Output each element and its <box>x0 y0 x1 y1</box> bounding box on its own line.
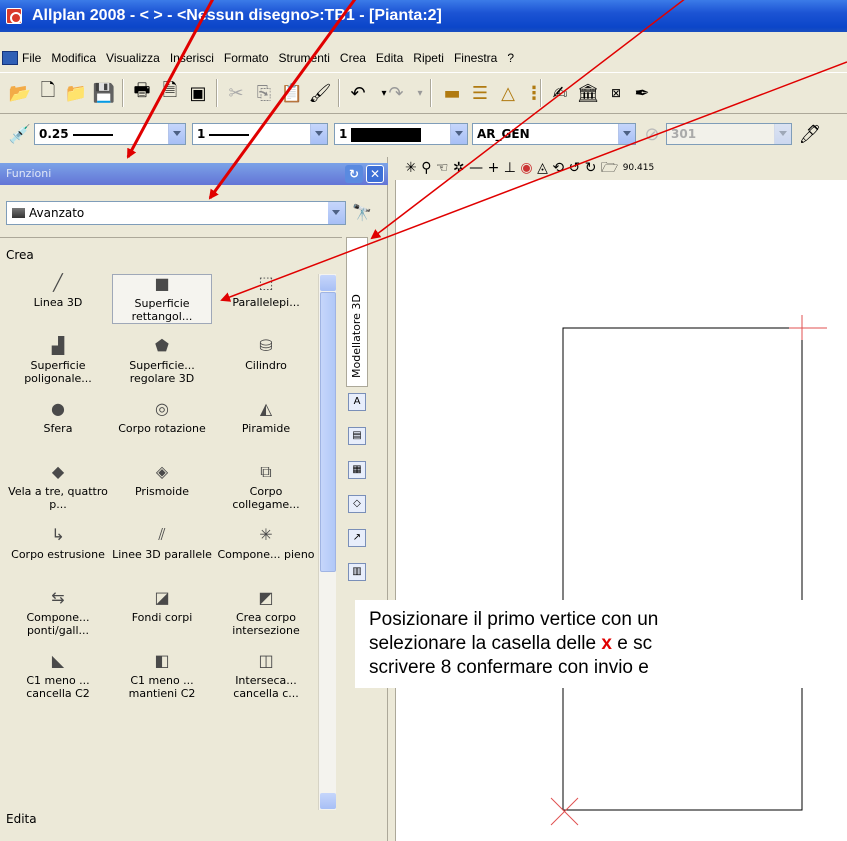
arrow-to-mode-select <box>208 0 357 200</box>
arrow-to-3d-tab <box>370 0 685 240</box>
arrow-to-rect-surface <box>220 61 847 302</box>
annotation-arrows <box>126 0 847 302</box>
arrow-to-panel-header <box>126 0 215 159</box>
